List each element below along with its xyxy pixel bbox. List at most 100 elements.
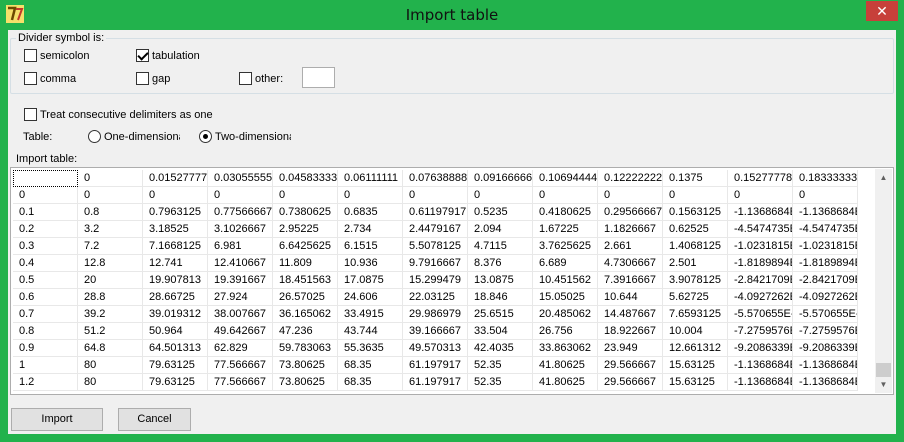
table-cell[interactable]: 6.981 — [208, 238, 273, 255]
table-cell[interactable]: -1.0231815E — [793, 238, 858, 255]
table-cell[interactable]: 10.004 — [663, 323, 728, 340]
table-cell[interactable]: 64.8 — [78, 340, 143, 357]
table-cell[interactable]: 0.29566667 — [598, 204, 663, 221]
table-cell[interactable]: 27.924 — [208, 289, 273, 306]
table-cell[interactable]: 5.62725 — [663, 289, 728, 306]
table-cell[interactable]: 64.501313 — [143, 340, 208, 357]
semicolon-checkbox-box[interactable] — [24, 49, 37, 62]
table-cell[interactable]: 68.35 — [338, 374, 403, 391]
table-cell[interactable]: 6.1515 — [338, 238, 403, 255]
table-cell[interactable]: 4.7115 — [468, 238, 533, 255]
table-cell[interactable]: 26.57025 — [273, 289, 338, 306]
table-cell[interactable]: 2.501 — [663, 255, 728, 272]
table-cell[interactable]: 3.9078125 — [663, 272, 728, 289]
table-cell[interactable]: 49.642667 — [208, 323, 273, 340]
table-cell[interactable]: 0.61197917 — [403, 204, 468, 221]
table-cell[interactable]: 12.410667 — [208, 255, 273, 272]
table-cell[interactable]: -1.1368684E — [793, 357, 858, 374]
table-cell[interactable]: 0 — [78, 170, 143, 187]
table-cell[interactable]: 42.4035 — [468, 340, 533, 357]
comma-checkbox-box[interactable] — [24, 72, 37, 85]
table-cell[interactable]: 23.949 — [598, 340, 663, 357]
table-cell[interactable]: 0.7963125 — [143, 204, 208, 221]
table-cell[interactable]: 13.0875 — [468, 272, 533, 289]
consecutive-delimiters-box[interactable] — [24, 108, 37, 121]
table-cell[interactable]: 12.8 — [78, 255, 143, 272]
table-cell[interactable]: 12.741 — [143, 255, 208, 272]
table-cell[interactable]: 61.197917 — [403, 357, 468, 374]
table-cell[interactable]: 29.566667 — [598, 374, 663, 391]
table-cell[interactable]: 1.2 — [13, 374, 78, 391]
table-cell[interactable]: 2.4479167 — [403, 221, 468, 238]
scroll-up-arrow-icon[interactable]: ▲ — [875, 169, 892, 186]
table-cell[interactable]: 0.8 — [13, 323, 78, 340]
table-cell[interactable]: -1.1368684E — [728, 357, 793, 374]
table-cell[interactable]: 19.391667 — [208, 272, 273, 289]
table-cell[interactable]: 0.1375 — [663, 170, 728, 187]
table-cell[interactable]: 0 — [78, 187, 143, 204]
table-cell[interactable]: 0.06111111 — [338, 170, 403, 187]
table-cell[interactable]: 0.09166666 — [468, 170, 533, 187]
one-dimensional-radio-circle[interactable] — [88, 130, 101, 143]
table-cell[interactable]: 3.18525 — [143, 221, 208, 238]
table-cell[interactable]: 7.6593125 — [663, 306, 728, 323]
table-cell[interactable]: 10.644 — [598, 289, 663, 306]
table-cell[interactable]: 80 — [78, 374, 143, 391]
table-cell[interactable]: 0.6835 — [338, 204, 403, 221]
table-cell[interactable]: 10.451562 — [533, 272, 598, 289]
table-cell[interactable]: 39.166667 — [403, 323, 468, 340]
table-cell[interactable]: 0.03055555 — [208, 170, 273, 187]
table-cell[interactable]: 10.936 — [338, 255, 403, 272]
table-cell[interactable]: 7.1668125 — [143, 238, 208, 255]
table-cell[interactable]: 7.3916667 — [598, 272, 663, 289]
table-cell[interactable]: 0 — [13, 187, 78, 204]
table-cell[interactable]: 1.4068125 — [663, 238, 728, 255]
table-cell[interactable]: 0.01527777 — [143, 170, 208, 187]
table-cell[interactable]: 52.35 — [468, 374, 533, 391]
table-cell[interactable]: 77.566667 — [208, 357, 273, 374]
table-cell[interactable]: 0 — [208, 187, 273, 204]
table-cell[interactable]: -5.570655E- — [793, 306, 858, 323]
table-cell[interactable]: 26.756 — [533, 323, 598, 340]
table-cell[interactable]: 15.05025 — [533, 289, 598, 306]
table-cell[interactable]: 39.2 — [78, 306, 143, 323]
table-cell[interactable]: 0 — [598, 187, 663, 204]
scroll-down-arrow-icon[interactable]: ▼ — [875, 376, 892, 393]
table-cell[interactable]: 49.570313 — [403, 340, 468, 357]
grid-vertical-scrollbar[interactable]: ▲ ▼ — [875, 169, 892, 393]
one-dimensional-radio[interactable]: One-dimensional — [88, 130, 180, 143]
table-cell[interactable]: 0 — [728, 187, 793, 204]
table-cell[interactable]: -1.8189894E — [728, 255, 793, 272]
table-cell[interactable]: 5.5078125 — [403, 238, 468, 255]
table-cell[interactable]: 52.35 — [468, 357, 533, 374]
table-cell[interactable]: 38.007667 — [208, 306, 273, 323]
semicolon-checkbox[interactable]: semicolon — [24, 49, 90, 62]
table-cell[interactable]: 51.2 — [78, 323, 143, 340]
table-cell[interactable]: 7.2 — [78, 238, 143, 255]
table-cell[interactable]: 68.35 — [338, 357, 403, 374]
table-cell[interactable]: 0 — [793, 187, 858, 204]
table-cell[interactable]: 59.783063 — [273, 340, 338, 357]
table-cell[interactable]: 0.62525 — [663, 221, 728, 238]
table-cell[interactable]: -4.5474735E — [728, 221, 793, 238]
table-cell[interactable]: 0.4180625 — [533, 204, 598, 221]
table-cell[interactable]: 3.7625625 — [533, 238, 598, 255]
table-cell[interactable]: 0 — [533, 187, 598, 204]
table-cell[interactable]: -2.8421709E — [793, 272, 858, 289]
table-cell[interactable]: 20 — [78, 272, 143, 289]
table-cell[interactable]: 0.7 — [13, 306, 78, 323]
table-cell[interactable]: 12.661312 — [663, 340, 728, 357]
table-cell[interactable]: 0.2 — [13, 221, 78, 238]
close-button[interactable]: ✕ — [866, 1, 898, 21]
table-cell[interactable] — [13, 170, 78, 187]
table-cell[interactable]: 28.8 — [78, 289, 143, 306]
table-cell[interactable]: 24.606 — [338, 289, 403, 306]
table-cell[interactable]: 22.03125 — [403, 289, 468, 306]
table-cell[interactable]: 0 — [468, 187, 533, 204]
table-cell[interactable]: -1.8189894E — [793, 255, 858, 272]
table-cell[interactable]: -1.1368684E — [793, 374, 858, 391]
table-cell[interactable]: 0 — [403, 187, 468, 204]
title-bar[interactable]: Import table ✕ — [0, 0, 904, 30]
table-cell[interactable]: -1.1368684E — [728, 374, 793, 391]
table-cell[interactable]: 2.95225 — [273, 221, 338, 238]
